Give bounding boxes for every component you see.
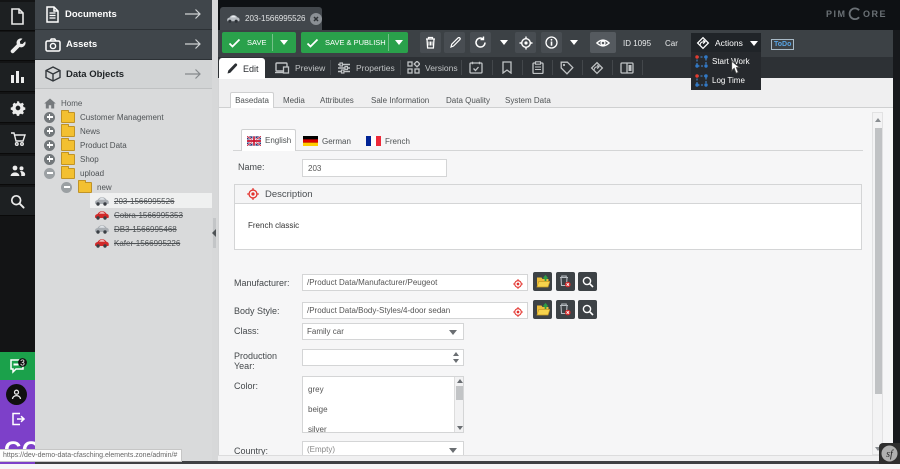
svg-text:ORE: ORE — [863, 9, 887, 19]
svg-text:3: 3 — [20, 358, 25, 368]
svg-text:PIM: PIM — [826, 9, 847, 19]
